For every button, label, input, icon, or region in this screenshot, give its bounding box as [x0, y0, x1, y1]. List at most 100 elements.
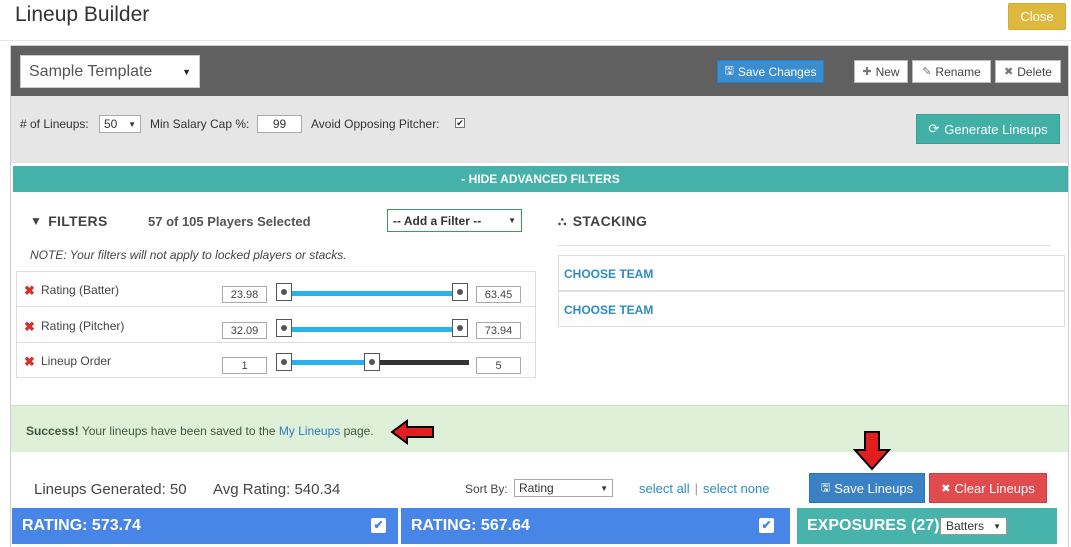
caret-down-icon: ▼ — [600, 483, 608, 493]
exposures-filter-value: Batters — [946, 519, 985, 533]
lineups-generated: Lineups Generated: 50 — [34, 481, 187, 498]
checkbox-checked-icon[interactable]: ✔ — [759, 518, 774, 533]
times-icon: ✖ — [1004, 66, 1014, 78]
lineups-count-value: 50 — [104, 117, 118, 131]
filter-table: ✖ Rating (Batter) 23.98 63.45 ✖ Rating (… — [16, 271, 536, 378]
remove-filter-icon[interactable]: ✖ — [24, 319, 35, 335]
save-lineups-label: Save Lineups — [834, 480, 914, 496]
slider-range-fill — [285, 291, 461, 296]
filter-max-input[interactable]: 73.94 — [476, 322, 521, 339]
plus-icon: ✚ — [862, 66, 872, 78]
success-strong: Success! — [26, 424, 79, 438]
caret-down-icon: ▼ — [508, 216, 516, 225]
sort-by-value: Rating — [519, 481, 554, 495]
rename-button[interactable]: ✎ Rename — [912, 60, 991, 83]
choose-team-1[interactable]: CHOOSE TEAM — [558, 255, 1065, 291]
filter-row-rating-pitcher: ✖ Rating (Pitcher) 32.09 73.94 — [17, 308, 535, 343]
filter-row-lineup-order: ✖ Lineup Order 1 5 — [17, 344, 535, 378]
remove-filter-icon[interactable]: ✖ — [24, 354, 35, 370]
avoid-pitcher-checkbox[interactable]: ✔ — [455, 118, 465, 128]
select-none-link[interactable]: select none — [703, 481, 770, 496]
header-divider — [0, 40, 1071, 41]
filters-heading: ▼ FILTERS — [30, 213, 108, 229]
filter-label: Rating (Pitcher) — [41, 319, 125, 333]
new-label: New — [875, 64, 900, 79]
caret-down-icon: ▼ — [993, 521, 1001, 531]
delete-label: Delete — [1017, 64, 1052, 79]
remove-filter-icon[interactable]: ✖ — [24, 283, 35, 299]
template-select[interactable]: Sample Template ▼ — [20, 55, 200, 88]
caret-down-icon: ▼ — [182, 66, 191, 77]
filter-label: Lineup Order — [41, 354, 112, 368]
rename-label: Rename — [935, 64, 981, 79]
choose-team-2[interactable]: CHOOSE TEAM — [558, 291, 1065, 327]
floppy-disk-icon: 🖫 — [820, 481, 831, 494]
lineups-count-select[interactable]: 50 ▼ — [99, 115, 141, 133]
filter-label: Rating (Batter) — [41, 283, 120, 297]
caret-down-icon: ▼ — [128, 119, 136, 129]
selection-links: select all | select none — [639, 481, 769, 496]
lineup-card-2[interactable]: RATING: 567.64 ✔ — [401, 508, 790, 544]
lineup-rating: RATING: 567.64 — [411, 517, 530, 534]
sitemap-icon: ⛬ — [558, 213, 567, 228]
min-salary-input[interactable]: 99 — [257, 115, 302, 133]
filters-note: NOTE: Your filters will not apply to loc… — [30, 248, 347, 262]
success-alert: Success! Your lineups have been saved to… — [11, 405, 1068, 452]
close-button[interactable]: Close — [1008, 3, 1066, 30]
filter-max-input[interactable]: 5 — [476, 357, 521, 374]
stacking-divider — [558, 245, 1051, 246]
lineup-card-1[interactable]: RATING: 573.74 ✔ — [12, 508, 398, 544]
exposures-panel-header: EXPOSURES (27) Batters ▼ — [797, 508, 1057, 544]
generate-lineups-button[interactable]: ⟳ Generate Lineups — [916, 114, 1060, 144]
select-all-link[interactable]: select all — [639, 481, 690, 496]
template-select-value: Sample Template — [29, 62, 153, 80]
hide-advanced-filters-toggle[interactable]: - HIDE ADVANCED FILTERS — [13, 166, 1068, 192]
link-separator: | — [694, 481, 698, 496]
checkbox-checked-icon[interactable]: ✔ — [371, 518, 386, 533]
success-text-after: page. — [343, 424, 374, 438]
filter-max-input[interactable]: 63.45 — [476, 286, 521, 303]
slider-min-handle[interactable] — [276, 319, 292, 337]
save-changes-button[interactable]: 🖫 Save Changes — [717, 60, 824, 83]
slider-track-remaining — [373, 360, 469, 365]
funnel-icon: ▼ — [30, 214, 43, 228]
min-salary-label: Min Salary Cap %: — [150, 117, 250, 131]
red-arrow-left-icon — [390, 419, 434, 445]
success-text: Your lineups have been saved to the — [81, 424, 276, 438]
filter-min-input[interactable]: 32.09 — [222, 322, 267, 339]
slider-min-handle[interactable] — [276, 353, 292, 371]
sort-by-label: Sort By: — [465, 482, 508, 496]
clear-lineups-label: Clear Lineups — [954, 480, 1035, 496]
red-arrow-down-icon — [852, 431, 892, 471]
save-changes-label: Save Changes — [737, 64, 817, 79]
filter-min-input[interactable]: 1 — [222, 357, 267, 374]
slider-max-handle[interactable] — [452, 283, 468, 301]
new-button[interactable]: ✚ New — [854, 60, 908, 83]
add-filter-value: -- Add a Filter -- — [393, 213, 482, 228]
sort-by-select[interactable]: Rating ▼ — [514, 479, 613, 497]
avg-rating: Avg Rating: 540.34 — [213, 481, 341, 498]
generate-lineups-label: Generate Lineups — [944, 121, 1048, 137]
filters-heading-text: FILTERS — [48, 213, 108, 229]
stacking-heading-text: STACKING — [572, 213, 648, 229]
refresh-icon: ⟳ — [928, 121, 940, 136]
exposures-filter-select[interactable]: Batters ▼ — [940, 517, 1007, 535]
slider-range-fill — [285, 360, 373, 365]
players-selected-count: 57 of 105 Players Selected — [148, 214, 311, 229]
stacking-heading: ⛬ STACKING — [558, 213, 647, 229]
times-icon: ✖ — [941, 482, 951, 495]
lineups-count-label: # of Lineups: — [20, 117, 89, 131]
edit-icon: ✎ — [922, 66, 932, 78]
delete-button[interactable]: ✖ Delete — [995, 60, 1061, 83]
slider-max-handle[interactable] — [452, 319, 468, 337]
clear-lineups-button[interactable]: ✖ Clear Lineups — [929, 473, 1047, 503]
lineup-rating: RATING: 573.74 — [22, 517, 141, 534]
slider-range-fill — [285, 327, 461, 332]
my-lineups-link[interactable]: My Lineups — [279, 424, 340, 438]
filter-row-rating-batter: ✖ Rating (Batter) 23.98 63.45 — [17, 272, 535, 307]
slider-max-handle[interactable] — [364, 353, 380, 371]
slider-min-handle[interactable] — [276, 283, 292, 301]
add-filter-select[interactable]: -- Add a Filter -- ▼ — [387, 209, 522, 232]
save-lineups-button[interactable]: 🖫 Save Lineups — [809, 473, 925, 503]
filter-min-input[interactable]: 23.98 — [222, 286, 267, 303]
